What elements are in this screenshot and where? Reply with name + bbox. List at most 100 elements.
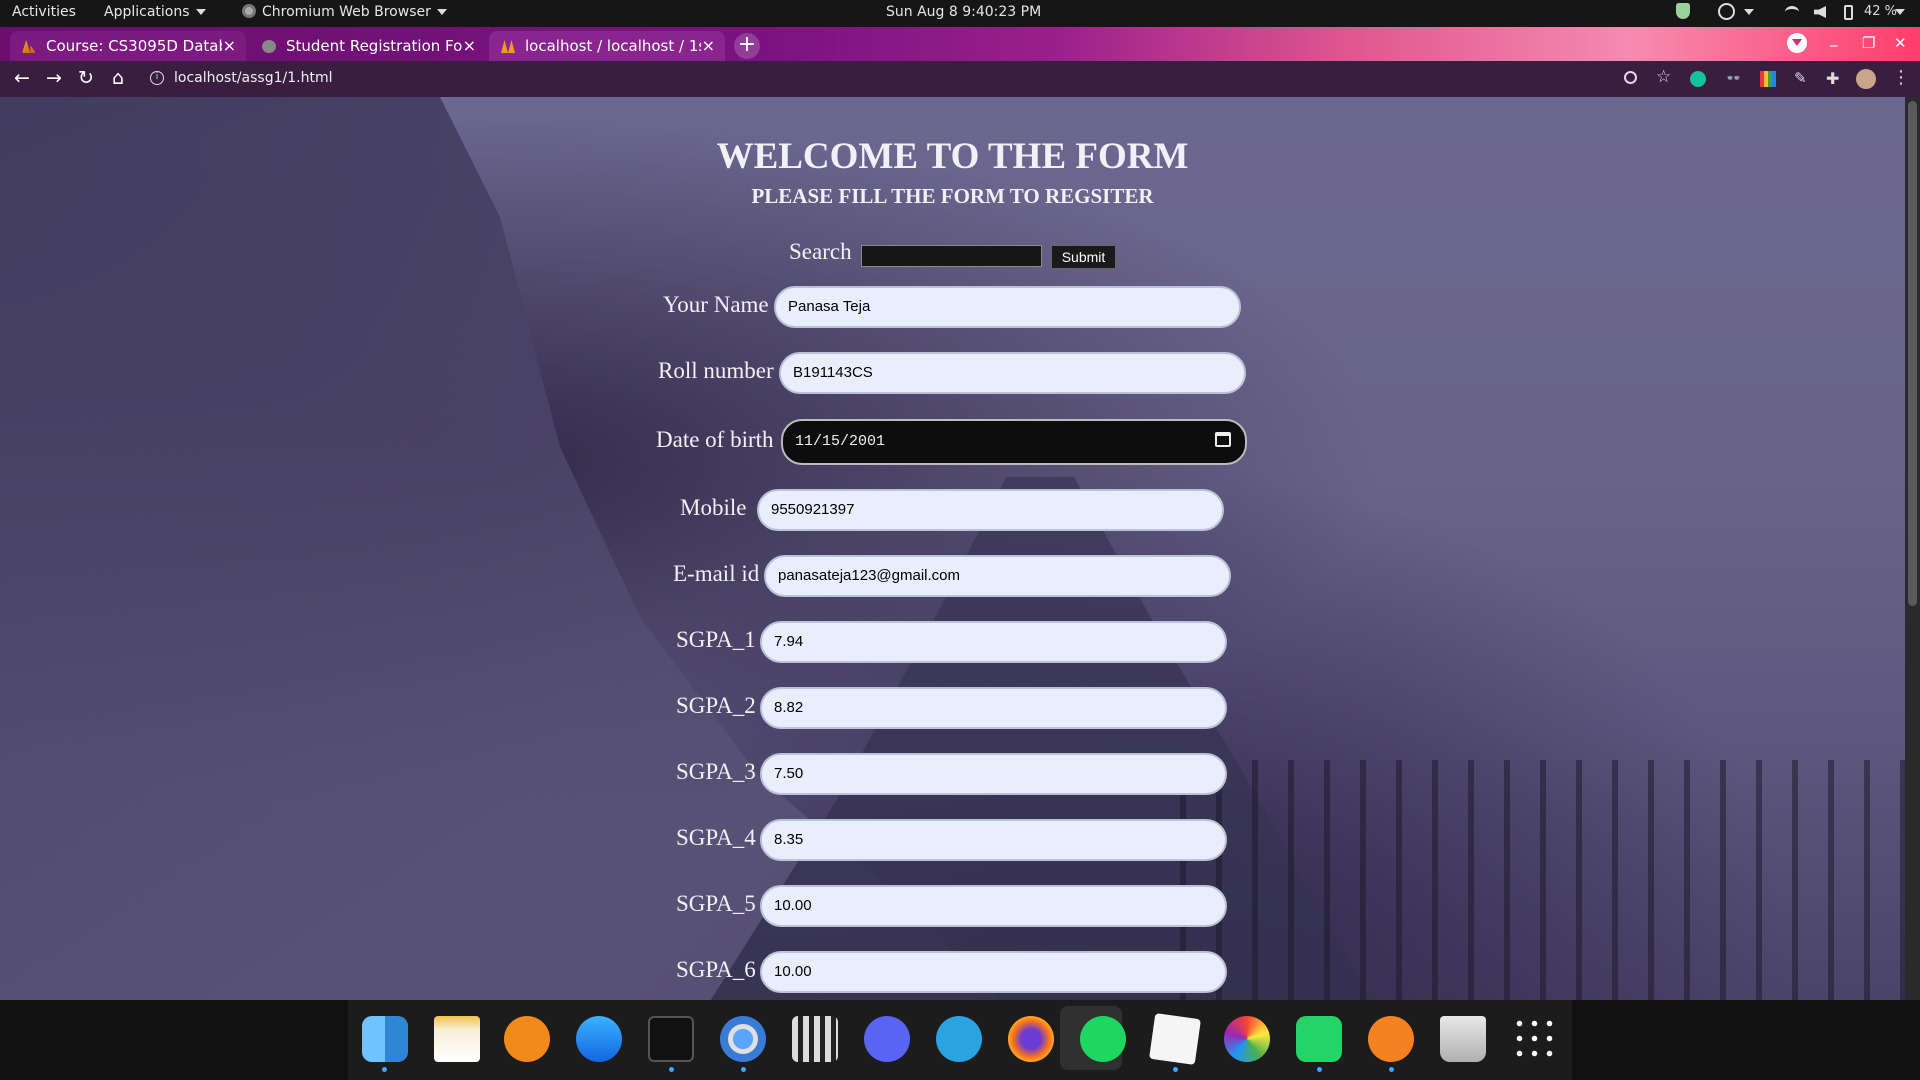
avatar[interactable] (1856, 69, 1876, 89)
wifi-icon[interactable] (1785, 6, 1799, 18)
sgpa-6-field[interactable]: 10.00 (760, 951, 1227, 993)
firefox-icon[interactable] (1008, 1016, 1054, 1062)
scrollbar-thumb[interactable] (1908, 101, 1917, 606)
page-viewport: WELCOME TO THE FORM PLEASE FILL THE FORM… (0, 97, 1905, 1000)
finder-icon[interactable] (362, 1016, 408, 1062)
back-icon[interactable]: ← (10, 67, 34, 89)
sgpa-4-field[interactable]: 8.35 (760, 819, 1227, 861)
running-indicator (1389, 1067, 1394, 1072)
close-icon[interactable]: × (223, 36, 236, 55)
calculator-icon[interactable] (792, 1016, 838, 1062)
submit-button[interactable]: Submit (1051, 245, 1116, 269)
kebab-menu-icon[interactable]: ⋮ (1892, 67, 1910, 88)
accessibility-icon[interactable] (1718, 3, 1735, 20)
bookmark-star-icon[interactable]: ☆ (1656, 67, 1674, 87)
roll-number-field[interactable]: B191143CS (779, 352, 1246, 394)
tab-student-registration[interactable]: Student Registration For × (250, 31, 486, 61)
running-indicator (1317, 1067, 1322, 1072)
trash-icon[interactable] (1440, 1016, 1486, 1062)
tab-label: Course: CS3095D Databas (46, 37, 222, 55)
search-input[interactable] (861, 245, 1042, 267)
email-field[interactable]: panasateja123@gmail.com (764, 555, 1231, 597)
text-editor-icon[interactable] (1149, 1013, 1201, 1065)
sgpa-2-field[interactable]: 8.82 (760, 687, 1227, 729)
mobile-field[interactable]: 9550921397 (757, 489, 1224, 531)
tab-course[interactable]: Course: CS3095D Databas × (10, 31, 246, 61)
grammarly-icon[interactable] (1690, 71, 1706, 87)
battery-icon[interactable] (1844, 5, 1853, 20)
chevron-down-icon[interactable] (1895, 9, 1905, 15)
discord-icon[interactable] (864, 1016, 910, 1062)
background-trees (1150, 760, 1905, 1000)
browser-tab-strip: Course: CS3095D Databas × Student Regist… (0, 27, 1920, 61)
chevron-down-icon (436, 9, 447, 15)
page-scrollbar[interactable] (1905, 97, 1920, 1000)
calendar-icon[interactable] (1215, 432, 1231, 447)
media-player-icon[interactable] (504, 1016, 550, 1062)
dob-field[interactable]: 11/15/2001 (781, 419, 1247, 465)
reload-icon[interactable]: ↻ (74, 67, 98, 89)
activities-button[interactable]: Activities (12, 4, 76, 20)
running-indicator (741, 1067, 746, 1072)
zoom-icon[interactable] (1624, 71, 1637, 84)
sgpa-6-label: SGPA_6 (676, 957, 756, 982)
profile-icon[interactable] (1787, 33, 1807, 53)
tab-label: Student Registration For (286, 37, 462, 55)
email-label: E-mail id (673, 561, 760, 586)
mobile-label: Mobile (680, 495, 747, 520)
app-menu-chromium[interactable]: Chromium Web Browser (242, 4, 447, 20)
sgpa-3-field[interactable]: 7.50 (760, 753, 1227, 795)
whatsapp-icon[interactable] (1296, 1016, 1342, 1062)
home-icon[interactable]: ⌂ (106, 67, 130, 89)
extensions-puzzle-icon[interactable]: ✚ (1826, 69, 1844, 88)
extension-eyes-icon[interactable]: 👓 (1726, 71, 1744, 89)
applications-label: Applications (104, 4, 190, 20)
notes-icon[interactable] (434, 1016, 480, 1062)
globe-icon (262, 40, 276, 53)
name-field[interactable]: Panasa Teja (774, 286, 1241, 328)
shield-icon[interactable] (1676, 3, 1690, 19)
chevron-down-icon[interactable] (1744, 9, 1754, 15)
chromium-icon (242, 4, 256, 18)
page-subtitle: PLEASE FILL THE FORM TO REGSITER (751, 184, 1154, 208)
close-icon[interactable]: × (463, 36, 476, 55)
spotify-icon[interactable] (1080, 1016, 1126, 1062)
phpmyadmin-icon (501, 40, 515, 53)
battery-percent: 42 % (1864, 4, 1898, 19)
app-store-icon[interactable] (576, 1016, 622, 1062)
extension-icon[interactable]: ✎ (1794, 69, 1812, 87)
sgpa-3-label: SGPA_3 (676, 759, 756, 784)
telegram-icon[interactable] (936, 1016, 982, 1062)
color-extension-icon[interactable] (1760, 71, 1776, 87)
chromium-icon[interactable] (720, 1016, 766, 1062)
tab-phpmyadmin[interactable]: localhost / localhost / 1st × (489, 31, 725, 61)
applications-menu[interactable]: Applications (104, 4, 206, 20)
close-window-icon[interactable]: ✕ (1894, 34, 1907, 52)
forward-icon[interactable]: → (42, 67, 66, 89)
running-indicator (1173, 1067, 1178, 1072)
maximize-icon[interactable]: ❐ (1862, 34, 1875, 52)
dock (0, 1000, 1920, 1080)
sgpa-5-label: SGPA_5 (676, 891, 756, 916)
sgpa-1-label: SGPA_1 (676, 627, 756, 652)
volume-icon[interactable] (1814, 6, 1826, 18)
close-icon[interactable]: × (702, 36, 715, 55)
terminal-icon[interactable] (648, 1016, 694, 1062)
browser-toolbar: ← → ↻ ⌂ i localhost/assg1/1.html ☆ 👓 ✎ ✚… (0, 61, 1920, 97)
name-label: Your Name (663, 292, 769, 317)
sgpa-1-field[interactable]: 7.94 (760, 621, 1227, 663)
dob-label: Date of birth (656, 427, 774, 452)
clock[interactable]: Sun Aug 8 9:40:23 PM (886, 4, 1041, 20)
address-bar[interactable]: localhost/assg1/1.html (174, 70, 332, 86)
search-label: Search (789, 239, 852, 264)
minimize-icon[interactable]: _ (1830, 29, 1838, 47)
site-info-icon[interactable]: i (150, 71, 164, 85)
books-icon[interactable] (1368, 1016, 1414, 1062)
system-top-bar: Activities Applications Chromium Web Bro… (0, 0, 1920, 27)
new-tab-button[interactable]: + (734, 33, 760, 59)
app-grid-icon[interactable] (1512, 1016, 1558, 1062)
sgpa-5-field[interactable]: 10.00 (760, 885, 1227, 927)
running-indicator (382, 1067, 387, 1072)
page-title: WELCOME TO THE FORM (716, 136, 1189, 177)
photos-icon[interactable] (1224, 1016, 1270, 1062)
